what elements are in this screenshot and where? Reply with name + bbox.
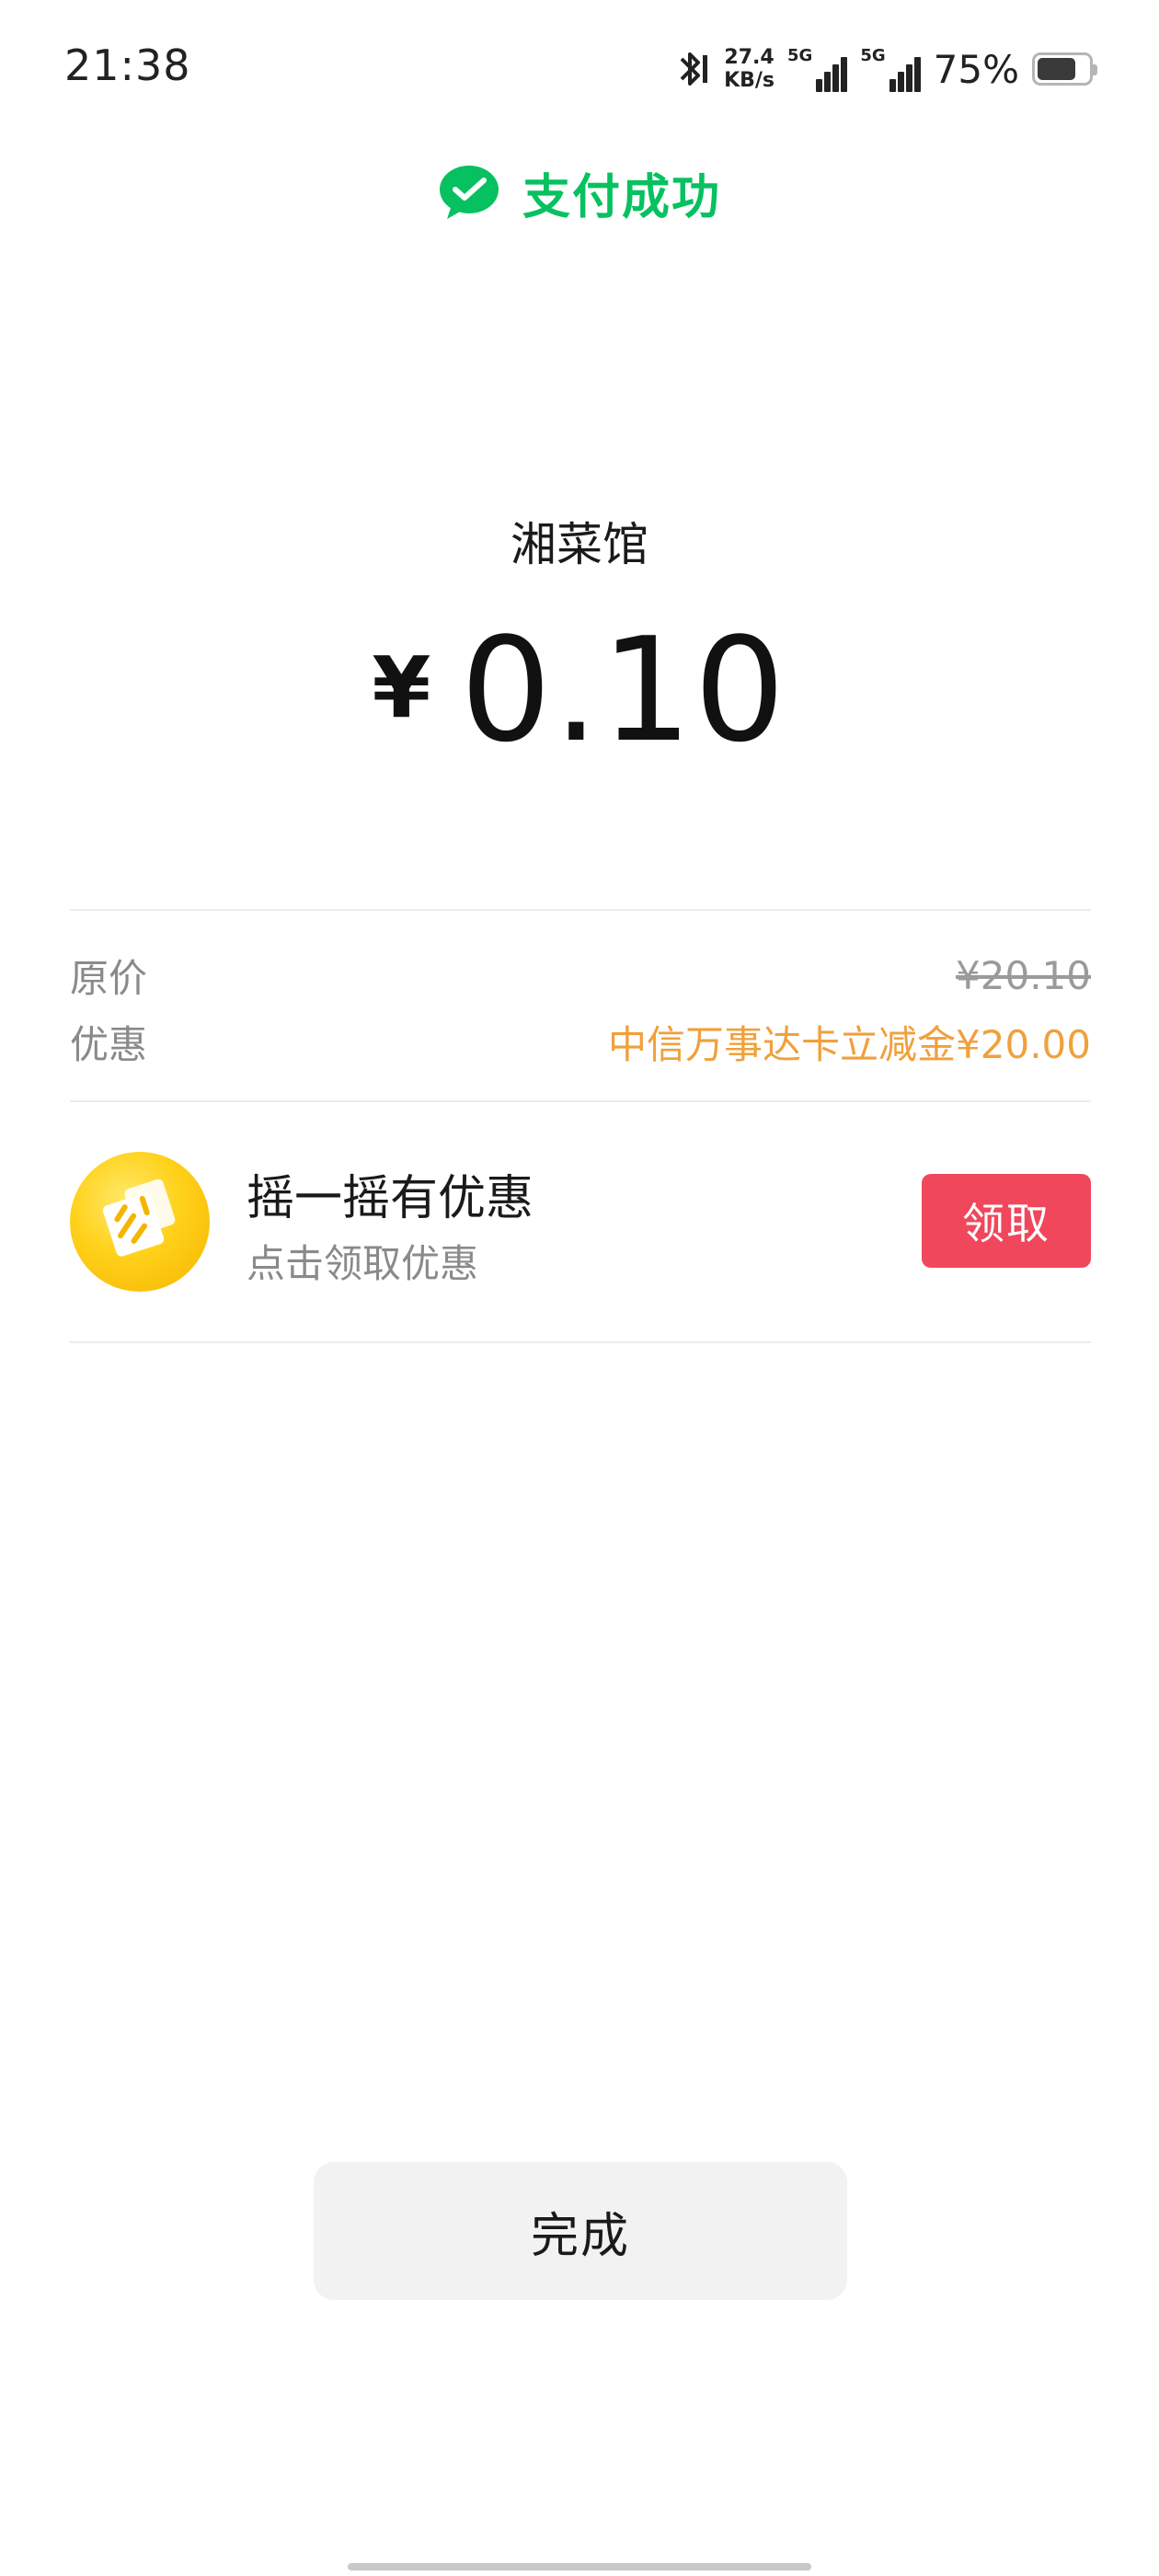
done-button[interactable]: 完成 (314, 2162, 847, 2300)
promo-title: 摇一摇有优惠 (247, 1171, 534, 1226)
success-header: 支付成功 (0, 158, 1159, 227)
paid-amount: ¥ 0.10 (0, 618, 1159, 762)
status-indicators: 27.4 KB/s 5G 5G 75% (674, 37, 1097, 101)
battery-percent: 75% (933, 46, 1019, 92)
sim2-network-tag: 5G (860, 46, 886, 65)
currency-symbol: ¥ (372, 638, 431, 737)
sim1-network-tag: 5G (787, 46, 813, 65)
discount-row: 优惠 中信万事达卡立减金¥20.00 (70, 1014, 1091, 1070)
status-bar: 21:38 27.4 KB/s 5G 5G 75% (0, 0, 1159, 138)
network-speed-unit: KB/s (724, 68, 775, 92)
divider (70, 1341, 1091, 1343)
shake-coupon-icon (70, 1152, 210, 1292)
original-price-label: 原价 (70, 956, 148, 1001)
merchant-name: 湘菜馆 (511, 518, 648, 571)
claim-button[interactable]: 领取 (922, 1174, 1091, 1268)
payment-success-page: 21:38 27.4 KB/s 5G 5G 75% 支付成功 湘菜馆 ¥ 0.1… (0, 0, 1159, 2576)
status-time: 21:38 (64, 40, 191, 90)
home-indicator[interactable] (348, 2563, 811, 2570)
amount-value: 0.10 (460, 606, 787, 774)
original-price-row: 原价 ¥20.10 (70, 948, 1091, 1004)
divider (70, 1100, 1091, 1102)
wechat-pay-check-icon (439, 165, 499, 219)
network-speed-value: 27.4 (724, 45, 775, 69)
discount-value: 中信万事达卡立减金¥20.00 (608, 1022, 1091, 1067)
network-speed: 27.4 KB/s (724, 45, 775, 92)
battery-fill (1038, 58, 1075, 80)
battery-icon (1032, 52, 1097, 86)
discount-label: 优惠 (70, 1022, 148, 1067)
bluetooth-icon (680, 52, 708, 86)
shake-promo-card: 摇一摇有优惠 点击领取优惠 领取 (70, 1104, 1091, 1343)
original-price-value: ¥20.10 (956, 953, 1091, 998)
payment-status-text: 支付成功 (522, 170, 721, 225)
promo-subtitle: 点击领取优惠 (247, 1241, 479, 1286)
divider (70, 909, 1091, 911)
signal-sim2-icon: 5G (860, 46, 921, 92)
signal-sim1-icon: 5G (787, 46, 848, 92)
